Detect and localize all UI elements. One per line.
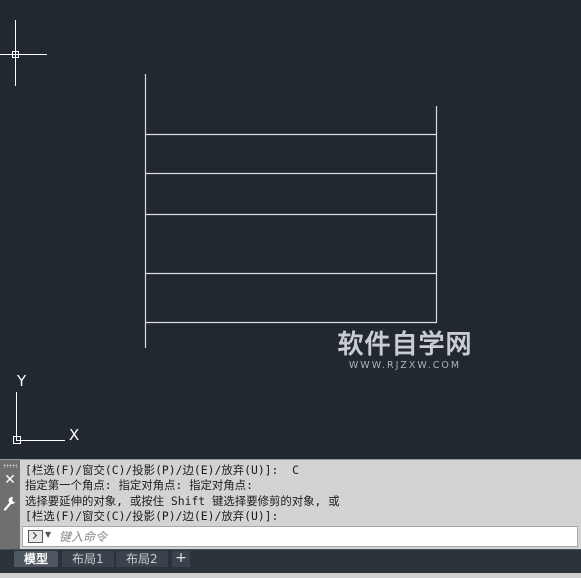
history-line: 选择要延伸的对象, 或按住 Shift 键选择要修剪的对象, 或 bbox=[25, 493, 340, 508]
history-line: 指定第一个角点: 指定对角点: 指定对角点: bbox=[25, 478, 253, 493]
command-line-panel: ✕ [栏选(F)/窗交(C)/投影(P)/边(E)/放弃(U)]: C 指定第一… bbox=[0, 459, 581, 550]
command-history: [栏选(F)/窗交(C)/投影(P)/边(E)/放弃(U)]: C 指定第一个角… bbox=[25, 463, 577, 524]
ucs-y-label: Y bbox=[16, 372, 27, 390]
ucs-x-label: X bbox=[69, 426, 79, 444]
history-line: [栏选(F)/窗交(C)/投影(P)/边(E)/放弃(U)]: C bbox=[25, 463, 299, 477]
drawing-svg[interactable]: Y X bbox=[0, 0, 581, 459]
command-input[interactable] bbox=[59, 527, 559, 546]
command-panel-handle[interactable]: ✕ bbox=[0, 460, 20, 550]
drawing-canvas[interactable]: Y X 软件自学网 WWW.RJZXW.COM bbox=[0, 0, 581, 459]
tabs-divider bbox=[0, 549, 581, 550]
watermark-main-text: 软件自学网 bbox=[337, 330, 473, 360]
wrench-icon[interactable] bbox=[3, 496, 17, 512]
history-line: [栏选(F)/窗交(C)/投影(P)/边(E)/放弃(U)]: bbox=[25, 508, 279, 523]
status-bar-strip bbox=[0, 573, 581, 578]
grip-icon[interactable] bbox=[3, 464, 17, 468]
tab-layout2[interactable]: 布局2 bbox=[116, 551, 168, 567]
watermark-url-text: WWW.RJZXW.COM bbox=[348, 360, 462, 371]
ucs-icon bbox=[13, 392, 65, 444]
chevron-down-icon[interactable]: ▼ bbox=[45, 530, 51, 539]
close-command-line-button[interactable]: ✕ bbox=[3, 473, 17, 487]
crosshair-cursor-icon bbox=[0, 20, 47, 86]
command-prompt-icon[interactable] bbox=[28, 530, 43, 543]
tab-layout1[interactable]: 布局1 bbox=[62, 551, 114, 567]
tab-model[interactable]: 模型 bbox=[14, 551, 59, 567]
watermark-logo: 软件自学网 WWW.RJZXW.COM bbox=[334, 330, 476, 372]
add-layout-button[interactable]: + bbox=[172, 551, 190, 567]
command-input-row[interactable]: ▼ bbox=[22, 526, 578, 547]
